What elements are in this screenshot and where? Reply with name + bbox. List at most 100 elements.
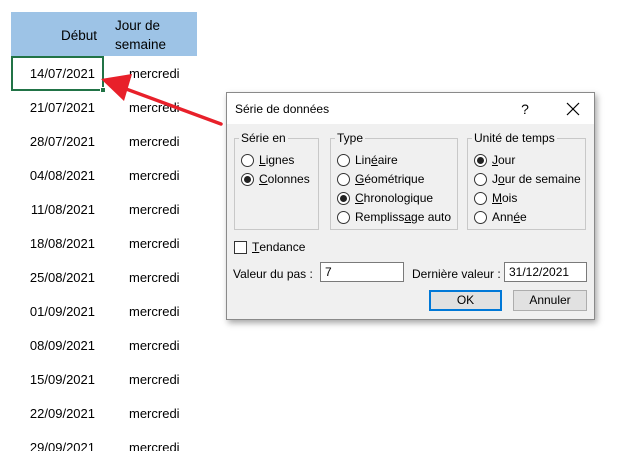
radio-mois-indicator[interactable]: [474, 191, 487, 205]
cell-jour-de-semaine[interactable]: mercredi: [129, 236, 180, 251]
radio-geometrique-accesskey: G: [355, 172, 365, 186]
radio-jour[interactable]: Jour: [474, 152, 515, 168]
checkbox-tendance[interactable]: Tendance: [234, 239, 305, 255]
radio-lineaire-indicator[interactable]: [337, 153, 350, 167]
checkbox-tendance-accesskey: T: [252, 240, 260, 254]
cell-debut[interactable]: 25/08/2021: [11, 270, 95, 285]
table-row: 29/09/2021 mercredi: [11, 430, 197, 451]
radio-geometrique[interactable]: Géométrique: [337, 171, 424, 187]
radio-mois[interactable]: Mois: [474, 190, 517, 206]
column-header-jour[interactable]: Jour de semaine: [101, 12, 197, 56]
dialog-titlebar[interactable]: Série de données ?: [227, 93, 594, 124]
group-type-label: Type: [335, 131, 366, 145]
radio-lineaire[interactable]: Lin é aire: [337, 152, 398, 168]
radio-jour-semaine-indicator[interactable]: [474, 172, 487, 186]
group-serie-en: Série en Lignes Colonnes: [234, 131, 319, 230]
radio-colonnes-accesskey: C: [259, 172, 268, 186]
radio-jour-semaine-accesskey: o: [498, 172, 505, 186]
fill-handle[interactable]: [100, 87, 106, 93]
cell-jour-de-semaine[interactable]: mercredi: [129, 304, 180, 319]
radio-remplissage-auto[interactable]: Rempliss a ge auto: [337, 209, 451, 225]
radio-geometrique-label: éométrique: [364, 172, 425, 186]
radio-geometrique-indicator[interactable]: [337, 172, 350, 186]
table-row: 04/08/2021 mercredi: [11, 158, 197, 192]
radio-jour-label: our: [498, 153, 516, 167]
radio-lignes-indicator[interactable]: [241, 153, 254, 167]
table-row: 18/08/2021 mercredi: [11, 226, 197, 260]
radio-colonnes[interactable]: Colonnes: [241, 171, 310, 187]
radio-remplissage-label-a: Rempliss: [355, 210, 405, 224]
radio-annee-label-b: e: [520, 210, 527, 224]
serie-de-donnees-dialog: Série de données ? Série en Lignes Colon…: [226, 92, 595, 320]
radio-annee-accesskey: é: [513, 210, 521, 224]
radio-chronologique-accesskey: C: [355, 191, 364, 205]
cell-jour-de-semaine[interactable]: mercredi: [129, 406, 180, 421]
radio-jour-semaine-label-b: ur de semaine: [504, 172, 581, 186]
radio-jour-indicator[interactable]: [474, 153, 487, 167]
cell-jour-de-semaine[interactable]: mercredi: [129, 440, 180, 451]
radio-chronologique-label: hronologique: [363, 191, 434, 205]
close-icon[interactable]: [562, 98, 584, 120]
cell-jour-de-semaine[interactable]: mercredi: [129, 134, 180, 149]
radio-remplissage-label-b: ge auto: [411, 210, 452, 224]
cell-debut[interactable]: 01/09/2021: [11, 304, 95, 319]
radio-lineaire-accesskey: é: [371, 153, 378, 167]
cell-debut[interactable]: 22/09/2021: [11, 406, 95, 421]
radio-annee-label-a: Ann: [492, 210, 514, 224]
checkbox-tendance-box[interactable]: [234, 240, 247, 254]
radio-lineaire-label-b: aire: [377, 153, 398, 167]
radio-annee-indicator[interactable]: [474, 210, 487, 224]
cell-debut[interactable]: 28/07/2021: [11, 134, 95, 149]
group-serie-en-label: Série en: [239, 131, 288, 145]
radio-jour-de-semaine[interactable]: Jo ur de semaine: [474, 171, 581, 187]
column-header-debut-label: Début: [60, 28, 97, 43]
radio-remplissage-accesskey: a: [404, 210, 412, 224]
cell-jour-de-semaine[interactable]: mercredi: [129, 338, 180, 353]
radio-annee[interactable]: Ann é e: [474, 209, 527, 225]
valeur-du-pas-input[interactable]: 7: [320, 262, 404, 282]
radio-colonnes-label: olonnes: [267, 172, 310, 186]
cell-debut[interactable]: 29/09/2021: [11, 440, 95, 451]
radio-chronologique-indicator[interactable]: [337, 191, 350, 205]
cell-debut[interactable]: 15/09/2021: [11, 372, 95, 387]
table-row: 15/09/2021 mercredi: [11, 362, 197, 396]
cell-debut[interactable]: 08/09/2021: [11, 338, 95, 353]
cell-jour-de-semaine[interactable]: mercredi: [129, 66, 180, 81]
cell-jour-de-semaine[interactable]: mercredi: [129, 372, 180, 387]
ok-button[interactable]: OK: [429, 290, 502, 311]
group-type: Type Lin é aire Géométrique Chronologique …: [330, 131, 458, 230]
cell-jour-de-semaine[interactable]: mercredi: [129, 270, 180, 285]
group-unite-de-temps: Unité de temps Jour Jo ur de semaine Mois…: [467, 131, 586, 230]
table-row: 01/09/2021 mercredi: [11, 294, 197, 328]
radio-lignes-label: ignes: [265, 153, 295, 167]
table-row: 22/09/2021 mercredi: [11, 396, 197, 430]
table-row: 11/08/2021 mercredi: [11, 192, 197, 226]
radio-lineaire-label-a: Lin: [355, 153, 372, 167]
group-unite-label: Unité de temps: [472, 131, 557, 145]
derniere-valeur-label: Dernière valeur :: [412, 267, 501, 281]
table-row: 25/08/2021 mercredi: [11, 260, 197, 294]
radio-colonnes-indicator[interactable]: [241, 172, 254, 186]
radio-lignes-accesskey: L: [259, 153, 266, 167]
derniere-valeur-input[interactable]: 31/12/2021: [504, 262, 587, 282]
cell-jour-de-semaine[interactable]: mercredi: [129, 100, 180, 115]
cell-debut[interactable]: 11/08/2021: [11, 202, 95, 217]
radio-remplissage-indicator[interactable]: [337, 210, 350, 224]
cell-debut[interactable]: 18/08/2021: [11, 236, 95, 251]
cell-debut[interactable]: 04/08/2021: [11, 168, 95, 183]
radio-mois-accesskey: M: [492, 191, 502, 205]
table-row: 21/07/2021 mercredi: [11, 90, 197, 124]
selected-cell[interactable]: [11, 56, 106, 93]
column-header-jour-label: Jour de semaine: [115, 18, 167, 52]
column-header-debut[interactable]: Début: [11, 12, 101, 56]
radio-lignes[interactable]: Lignes: [241, 152, 294, 168]
annuler-button[interactable]: Annuler: [513, 290, 587, 311]
radio-chronologique[interactable]: Chronologique: [337, 190, 433, 206]
checkbox-tendance-label: endance: [259, 240, 306, 254]
valeur-du-pas-label: Valeur du pas :: [233, 267, 313, 281]
cell-jour-de-semaine[interactable]: mercredi: [129, 168, 180, 183]
radio-mois-label: ois: [502, 191, 518, 205]
cell-jour-de-semaine[interactable]: mercredi: [129, 202, 180, 217]
cell-debut[interactable]: 21/07/2021: [11, 100, 95, 115]
help-button[interactable]: ?: [515, 99, 535, 119]
